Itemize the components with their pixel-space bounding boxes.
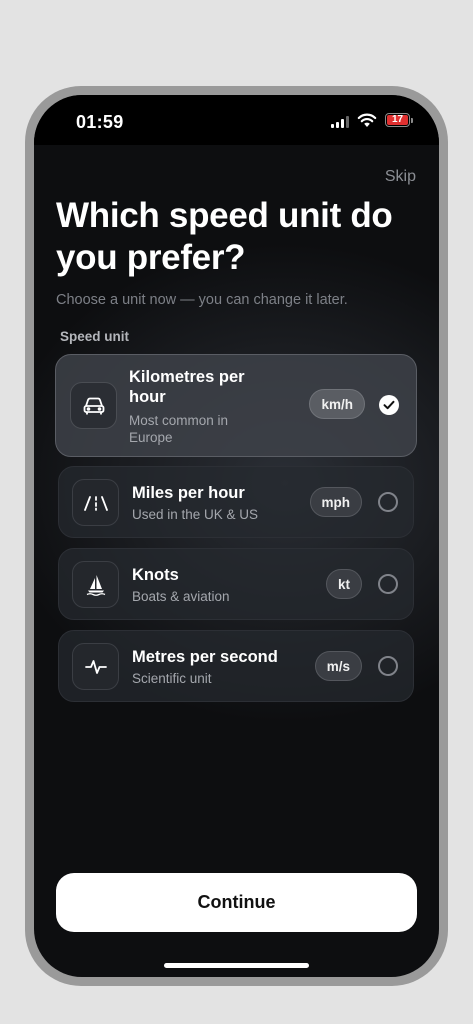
option-description: Scientific unit	[132, 671, 212, 686]
unit-badge: mph	[309, 487, 362, 517]
option-description: Most common in Europe	[129, 413, 229, 445]
car-icon	[70, 382, 117, 429]
option-title: Kilometres per hour	[129, 368, 245, 406]
option-knots[interactable]: Knots Boats & aviation kt	[58, 548, 414, 620]
selected-checkmark-icon	[379, 395, 399, 415]
option-metres-per-second[interactable]: Metres per second Scientific unit m/s	[58, 630, 414, 702]
page-title: Which speed unit do you prefer?	[56, 196, 393, 277]
pulse-icon	[72, 643, 119, 690]
option-title: Knots	[132, 566, 179, 584]
option-kilometres-per-hour[interactable]: Kilometres per hour Most common in Europ…	[55, 354, 417, 457]
skip-button[interactable]: Skip	[385, 168, 416, 186]
page-subtitle: Choose a unit now — you can change it la…	[56, 292, 348, 308]
wifi-icon	[357, 113, 377, 127]
unit-badge: kt	[325, 569, 362, 599]
road-icon	[72, 479, 119, 526]
option-description: Boats & aviation	[132, 589, 230, 604]
phone-frame: 01:59 17 Skip Which speed unit do you pr…	[25, 86, 448, 986]
unit-badge: km/h	[309, 389, 365, 419]
sailboat-icon	[72, 561, 119, 608]
cellular-signal-icon	[331, 116, 349, 128]
option-title: Miles per hour	[132, 484, 245, 502]
option-description: Used in the UK & US	[132, 507, 259, 522]
battery-icon: 17	[385, 113, 413, 127]
home-indicator[interactable]	[164, 963, 309, 968]
section-label: Speed unit	[60, 329, 130, 344]
phone-screen: 01:59 17 Skip Which speed unit do you pr…	[34, 95, 439, 977]
unit-badge: m/s	[314, 651, 362, 681]
battery-level: 17	[387, 115, 408, 125]
continue-button[interactable]: Continue	[56, 873, 417, 932]
option-miles-per-hour[interactable]: Miles per hour Used in the UK & US mph	[58, 466, 414, 538]
status-bar: 01:59 17	[34, 95, 439, 145]
option-title: Metres per second	[132, 648, 278, 666]
status-time: 01:59	[76, 112, 124, 132]
radio-button[interactable]	[378, 656, 398, 676]
radio-button[interactable]	[378, 492, 398, 512]
radio-button[interactable]	[378, 574, 398, 594]
